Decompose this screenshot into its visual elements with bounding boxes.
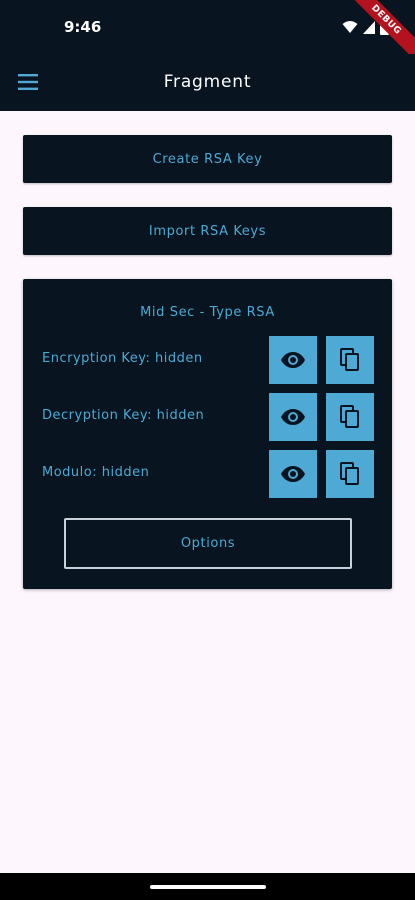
encryption-key-row: Encryption Key: hidden <box>23 336 392 384</box>
import-rsa-keys-button[interactable]: Import RSA Keys <box>23 207 392 255</box>
status-bar: 9:46 DEBUG <box>0 0 415 65</box>
copy-modulo-button[interactable] <box>326 450 374 498</box>
encryption-key-label: Encryption Key: hidden <box>42 351 203 366</box>
options-button[interactable]: Options <box>64 518 352 569</box>
options-label: Options <box>180 536 236 551</box>
status-time: 9:46 <box>64 18 102 36</box>
modulo-label: Modulo: hidden <box>42 465 150 480</box>
signal-icon <box>363 20 375 34</box>
import-rsa-keys-label: Import RSA Keys <box>148 223 267 239</box>
rsa-key-card: Mid Sec - Type RSA Encryption Key: hidde… <box>23 279 392 589</box>
decryption-key-label: Decryption Key: hidden <box>42 408 205 423</box>
decryption-key-row: Decryption Key: hidden <box>23 393 392 441</box>
copy-encryption-key-button[interactable] <box>326 336 374 384</box>
show-modulo-button[interactable] <box>269 450 317 498</box>
card-title: Mid Sec - Type RSA <box>140 305 275 320</box>
app-bar: Fragment <box>0 54 415 111</box>
app-title: Fragment <box>163 72 252 92</box>
copy-icon <box>340 405 359 428</box>
home-handle[interactable] <box>150 885 266 889</box>
show-encryption-key-button[interactable] <box>269 336 317 384</box>
wifi-icon <box>342 21 358 33</box>
system-nav-bar <box>0 873 415 900</box>
copy-decryption-key-button[interactable] <box>326 393 374 441</box>
create-rsa-key-label: Create RSA Key <box>152 151 263 167</box>
eye-icon <box>281 409 305 425</box>
create-rsa-key-button[interactable]: Create RSA Key <box>23 135 392 183</box>
copy-icon <box>340 348 359 371</box>
copy-icon <box>340 462 359 485</box>
modulo-row: Modulo: hidden <box>23 450 392 498</box>
eye-icon <box>281 352 305 368</box>
show-decryption-key-button[interactable] <box>269 393 317 441</box>
eye-icon <box>281 466 305 482</box>
